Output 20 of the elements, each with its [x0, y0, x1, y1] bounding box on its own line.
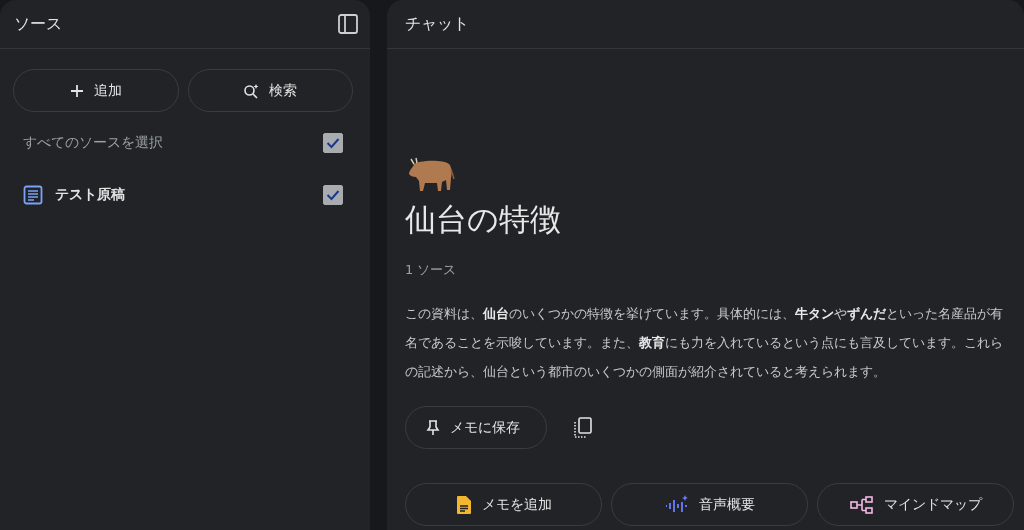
sidebar-toggle-icon [338, 14, 358, 34]
document-icon [455, 494, 472, 515]
panel-title: チャット [405, 13, 469, 35]
search-icon [243, 82, 260, 99]
checkmark-icon [326, 137, 340, 149]
mind-map-icon [849, 495, 874, 514]
checkbox[interactable] [323, 185, 343, 205]
audio-wave-icon [664, 494, 689, 515]
panel-title: ソース [14, 13, 62, 35]
checkmark-icon [326, 189, 340, 201]
pin-icon [426, 419, 440, 436]
document-icon [23, 185, 43, 205]
source-count: 1 ソース [405, 261, 458, 279]
copy-button[interactable] [573, 416, 593, 439]
summary-text: この資料は、仙台のいくつかの特徴を挙げています。具体的には、牛タンやずんだといった名産品が有名であることを示唆しています。また、教育にも力を入れているという点にも言及しています。これらの記述から、仙台という都市のいくつかの側面が紹介されていると考えられます。 [405, 305, 1004, 381]
source-item[interactable]: テスト原稿 [55, 186, 311, 204]
chat-heading: 仙台の特徴 [405, 200, 562, 239]
select-all-label: すべてのソースを選択 [23, 134, 163, 152]
checkbox[interactable] [323, 133, 343, 153]
plus-icon [69, 83, 84, 98]
